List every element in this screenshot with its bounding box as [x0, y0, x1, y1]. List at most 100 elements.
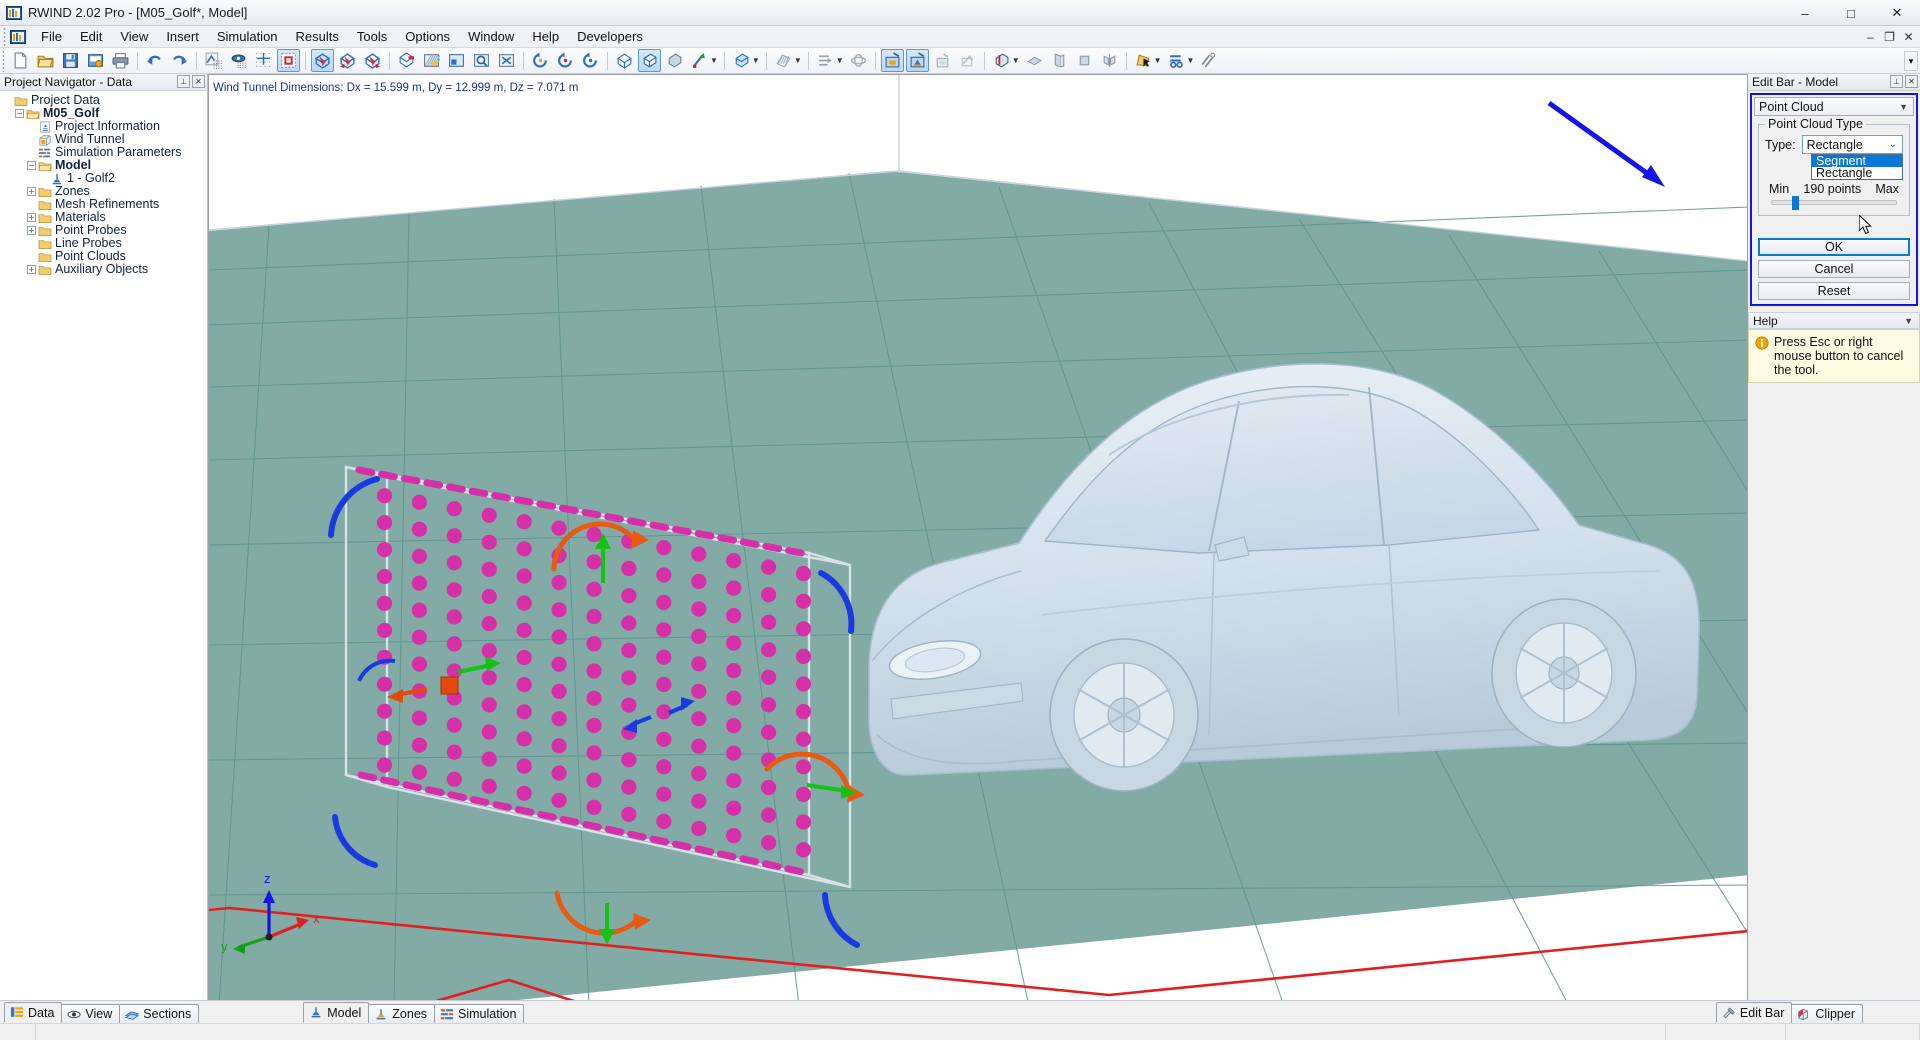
window-minimize-button[interactable]: – — [1782, 0, 1828, 26]
menu-results[interactable]: Results — [287, 26, 348, 48]
chevron-down-icon[interactable]: ▼ — [752, 56, 760, 65]
menu-insert[interactable]: Insert — [157, 26, 208, 48]
print-icon[interactable] — [109, 49, 132, 72]
type-select[interactable]: Rectangle ⌄ — [1802, 135, 1903, 154]
chevron-down-icon[interactable]: ▼ — [710, 56, 718, 65]
tab-clipper[interactable]: Clipper — [1791, 1004, 1863, 1023]
document-close-button[interactable]: ✕ — [1899, 27, 1918, 47]
edit-bar-close-button[interactable]: ✕ — [1905, 75, 1918, 88]
toolbar-overflow-button[interactable]: ▾ — [1904, 51, 1918, 71]
show-model-icon[interactable] — [906, 49, 929, 72]
dimension-icon[interactable] — [1197, 49, 1220, 72]
tab-zones[interactable]: Zones — [368, 1004, 435, 1023]
window-maximize-button[interactable]: □ — [1828, 0, 1874, 26]
view-rotate-right-icon[interactable] — [361, 49, 384, 72]
snap-grid-icon[interactable] — [202, 49, 225, 72]
menu-file[interactable]: File — [32, 26, 71, 48]
tab-view[interactable]: View — [61, 1004, 120, 1023]
cancel-button[interactable]: Cancel — [1758, 260, 1910, 278]
chevron-down-icon[interactable]: ▼ — [794, 56, 802, 65]
edit-bar-pin-button[interactable]: ⊥ — [1890, 75, 1903, 88]
viewport-3d[interactable]: Wind Tunnel Dimensions: Dx = 15.599 m, D… — [208, 74, 1748, 1007]
clipping-box-icon[interactable] — [990, 49, 1013, 72]
view-rotate-left-icon[interactable] — [336, 49, 359, 72]
collapse-icon[interactable]: − — [15, 109, 24, 118]
mirror-icon[interactable] — [1098, 49, 1121, 72]
point-count-slider[interactable] — [1771, 200, 1897, 205]
collapse-icon[interactable]: − — [27, 161, 36, 170]
open-folder-icon[interactable] — [34, 49, 57, 72]
type-dropdown-list[interactable]: SegmentRectangle — [1811, 154, 1903, 180]
zoom-fit-icon[interactable] — [495, 49, 518, 72]
tree-item-simulation-parameters[interactable]: Simulation Parameters — [0, 146, 207, 159]
measure-icon[interactable] — [1165, 49, 1188, 72]
wireframe-box-icon[interactable] — [613, 49, 636, 72]
rotate-view-icon[interactable] — [529, 49, 552, 72]
menu-edit[interactable]: Edit — [71, 26, 111, 48]
document-minimize-button[interactable]: – — [1861, 27, 1880, 47]
object-snap-icon[interactable] — [227, 49, 250, 72]
chevron-down-icon[interactable]: ▼ — [1904, 316, 1913, 326]
chevron-down-icon[interactable]: ▼ — [1012, 56, 1020, 65]
shaded-box-icon[interactable] — [663, 49, 686, 72]
menu-window[interactable]: Window — [459, 26, 523, 48]
insert-member-icon[interactable] — [688, 49, 711, 72]
menu-grip-handle[interactable] — [0, 26, 9, 48]
menu-developers[interactable]: Developers — [568, 26, 652, 48]
menu-options[interactable]: Options — [396, 26, 459, 48]
object-type-combo[interactable]: Point Cloud ▼ — [1754, 97, 1914, 116]
zoom-previous-icon[interactable] — [445, 49, 468, 72]
type-option-rectangle[interactable]: Rectangle — [1812, 167, 1902, 179]
streamline-icon[interactable] — [847, 49, 870, 72]
expand-icon[interactable]: + — [27, 187, 36, 196]
expand-icon[interactable]: + — [27, 213, 36, 222]
chevron-down-icon[interactable]: ▼ — [836, 56, 844, 65]
insert-solid-icon[interactable] — [730, 49, 753, 72]
new-document-icon[interactable] — [9, 49, 32, 72]
section-plane-xy-icon[interactable] — [1023, 49, 1046, 72]
menu-tools[interactable]: Tools — [348, 26, 396, 48]
tab-sections[interactable]: Sections — [119, 1004, 199, 1023]
toolbar-grip-handle[interactable] — [0, 50, 8, 72]
expand-icon[interactable]: + — [27, 265, 36, 274]
view-iso-icon[interactable] — [311, 49, 334, 72]
expand-icon[interactable]: + — [27, 226, 36, 235]
ok-button[interactable]: OK — [1758, 238, 1910, 256]
pick-tool-icon[interactable] — [1132, 49, 1155, 72]
redo-icon[interactable] — [168, 49, 191, 72]
show-wind-tunnel-icon[interactable] — [881, 49, 904, 72]
document-restore-button[interactable]: ❐ — [1880, 27, 1899, 47]
section-plane-yz-icon[interactable] — [1048, 49, 1071, 72]
tree-item-1-golf2[interactable]: 1 - Golf2 — [0, 172, 207, 185]
show-mesh-icon[interactable] — [931, 49, 954, 72]
menu-simulation[interactable]: Simulation — [208, 26, 287, 48]
render-mode-icon[interactable] — [420, 49, 443, 72]
menu-help[interactable]: Help — [523, 26, 568, 48]
tree-item-project-data[interactable]: Project Data — [0, 94, 207, 107]
tab-simulation[interactable]: Simulation — [434, 1004, 524, 1023]
save-icon[interactable] — [59, 49, 82, 72]
undo-icon[interactable] — [143, 49, 166, 72]
navigator-pin-button[interactable]: ⊥ — [177, 75, 190, 88]
surface-load-icon[interactable] — [772, 49, 795, 72]
reset-button[interactable]: Reset — [1758, 282, 1910, 300]
grid-icon[interactable] — [252, 49, 275, 72]
section-plane-zx-icon[interactable] — [1073, 49, 1096, 72]
tree-item-auxiliary-objects[interactable]: +Auxiliary Objects — [0, 263, 207, 276]
chevron-down-icon[interactable]: ▼ — [1154, 56, 1162, 65]
tab-data[interactable]: Data — [4, 1002, 62, 1023]
tab-model[interactable]: Model — [303, 1002, 369, 1023]
orbit-view-icon[interactable] — [554, 49, 577, 72]
chevron-down-icon[interactable]: ▼ — [1187, 56, 1195, 65]
zoom-magnifier-icon[interactable] — [470, 49, 493, 72]
scene-graphics[interactable]: z x y — [209, 75, 1748, 1006]
solid-box-icon[interactable] — [638, 49, 661, 72]
spin-view-icon[interactable] — [579, 49, 602, 72]
flow-arrow-icon[interactable] — [814, 49, 837, 72]
window-close-button[interactable]: ✕ — [1874, 0, 1920, 26]
tab-edit-bar[interactable]: Edit Bar — [1716, 1002, 1792, 1023]
menu-view[interactable]: View — [111, 26, 157, 48]
navigator-close-button[interactable]: ✕ — [192, 75, 205, 88]
show-results-icon[interactable] — [956, 49, 979, 72]
point-count-slider-thumb[interactable] — [1792, 196, 1799, 210]
